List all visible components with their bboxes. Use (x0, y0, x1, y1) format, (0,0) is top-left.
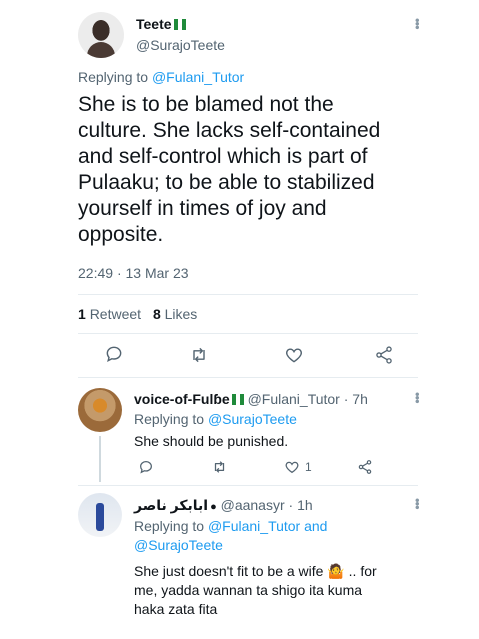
shrug-emoji: 🤷 (327, 563, 345, 579)
reply-icon[interactable] (138, 459, 154, 475)
handle[interactable]: @SurajoTeete (136, 37, 225, 53)
replying-to-link[interactable]: @SurajoTeete (134, 537, 223, 553)
avatar[interactable] (78, 388, 122, 432)
more-options-icon[interactable]: ••• (410, 392, 425, 403)
reply-text: She just doesn't fit to be a wife 🤷 .. f… (134, 563, 377, 617)
circle-badge-icon: ● (210, 501, 217, 513)
nigeria-flag-icon (173, 17, 186, 30)
time-ago[interactable]: · 1h (289, 497, 313, 513)
replying-to: Replying to @SurajoTeete (134, 411, 297, 427)
replying-to-link[interactable]: @Fulani_Tutor and (208, 518, 328, 534)
divider (78, 333, 418, 334)
display-name[interactable]: ابابكر ناصر (134, 497, 208, 513)
replying-to: Replying to @Fulani_Tutor and @SurajoTee… (134, 518, 328, 553)
retweet-icon[interactable] (188, 345, 210, 365)
reply-header: voice-of-Fulɓe @Fulani_Tutor · 7h (134, 391, 368, 407)
reply-text: She should be punished. (134, 433, 289, 449)
engagement-stats: 1 Retweet 8 Likes (78, 306, 197, 322)
divider (78, 294, 418, 295)
display-name[interactable]: Teete (136, 16, 172, 32)
avatar[interactable] (78, 493, 122, 537)
like-icon[interactable] (284, 459, 300, 475)
reply-header: ابابكر ناصر ● @aanasyr · 1h (134, 497, 313, 514)
handle[interactable]: @Fulani_Tutor (248, 391, 340, 407)
handle[interactable]: @aanasyr (221, 497, 285, 513)
thread-line (99, 436, 101, 482)
tweet-text: She is to be blamed not the culture. She… (78, 93, 381, 246)
reply-icon[interactable] (104, 344, 124, 364)
retweet-stat[interactable]: 1 Retweet (78, 306, 141, 322)
divider (78, 485, 418, 486)
avatar[interactable] (78, 12, 124, 58)
more-options-icon[interactable]: ••• (410, 18, 425, 29)
like-count: 1 (305, 460, 312, 474)
replying-to-link[interactable]: @Fulani_Tutor (152, 69, 244, 85)
display-name[interactable]: voice-of-Fulɓe (134, 391, 230, 407)
nigeria-flag-icon (231, 392, 244, 405)
share-icon[interactable] (374, 345, 394, 365)
author-row: Teete (136, 16, 186, 34)
likes-stat[interactable]: 8 Likes (153, 306, 197, 322)
replying-to: Replying to @Fulani_Tutor (78, 69, 245, 85)
share-icon[interactable] (357, 459, 373, 475)
more-options-icon[interactable]: ••• (410, 498, 425, 509)
time-ago[interactable]: · 7h (344, 391, 368, 407)
divider (78, 377, 418, 378)
retweet-icon[interactable] (211, 459, 228, 475)
replying-to-link[interactable]: @SurajoTeete (208, 411, 297, 427)
like-icon[interactable] (284, 345, 304, 365)
timestamp[interactable]: 22:49 · 13 Mar 23 (78, 265, 189, 281)
